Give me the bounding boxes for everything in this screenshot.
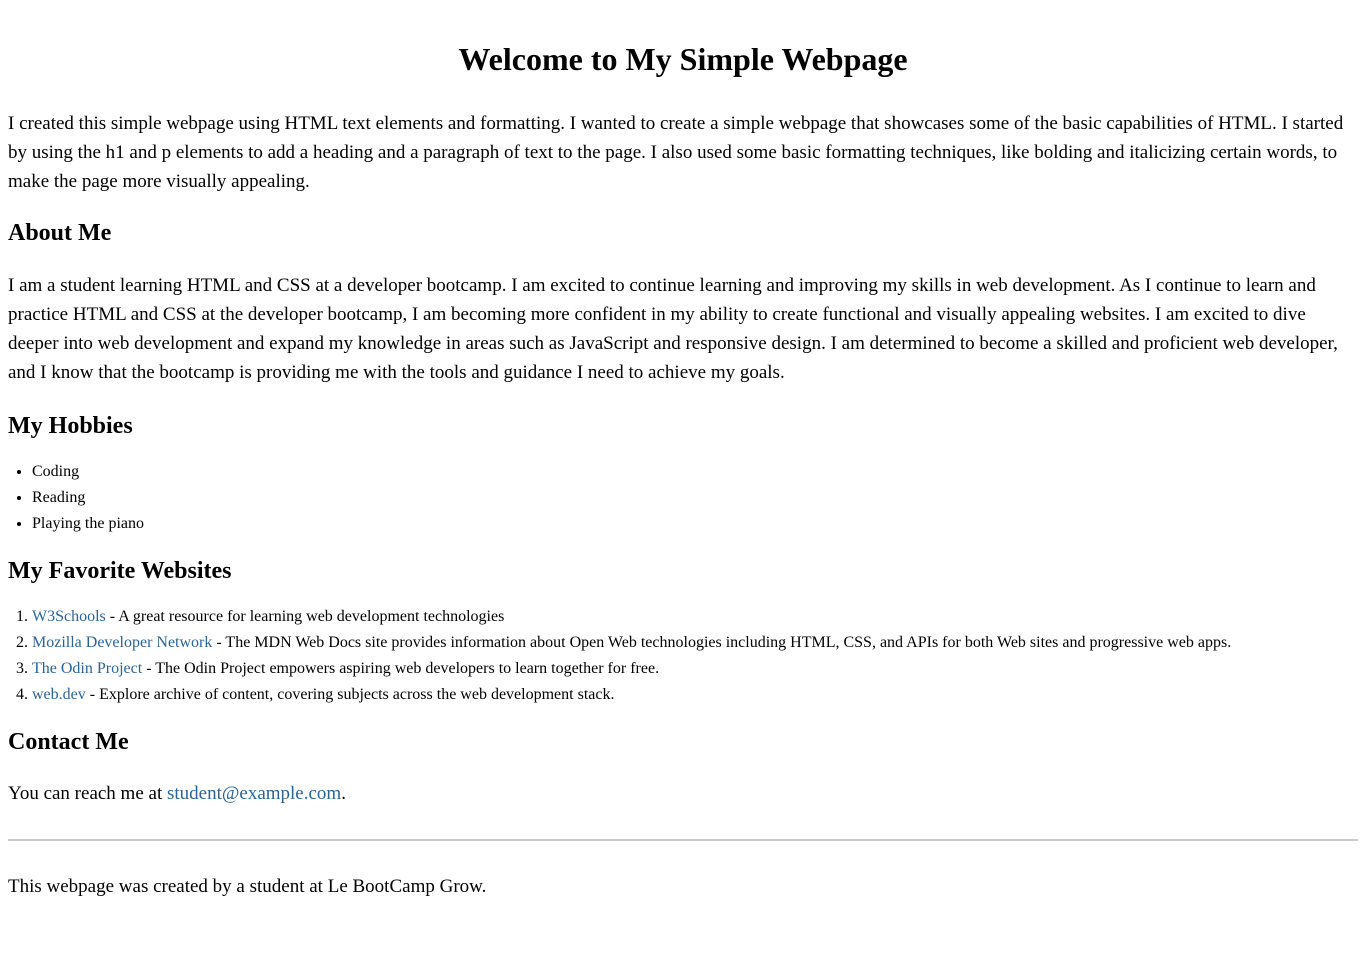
websites-list: W3Schools - A great resource for learnin… xyxy=(8,604,1358,708)
websites-heading: My Favorite Websites xyxy=(8,558,232,584)
website-description: - The Odin Project empowers aspiring web… xyxy=(142,660,660,677)
about-paragraph: I am a student learning HTML and CSS at … xyxy=(8,275,1338,383)
contact-heading: Contact Me xyxy=(8,729,129,755)
about-heading: About Me xyxy=(8,220,112,246)
website-description: - A great resource for learning web deve… xyxy=(105,608,505,625)
intro-paragraph: I created this simple webpage using HTML… xyxy=(8,113,1344,192)
hobby-item-reading: Reading xyxy=(32,485,1358,511)
website-item-odin: The Odin Project - The Odin Project empo… xyxy=(32,656,1358,682)
email-link[interactable]: student@example.com xyxy=(167,783,341,804)
page-title: Welcome to My Simple Webpage xyxy=(458,41,908,77)
hobby-item-coding: Coding xyxy=(32,459,1358,485)
website-description: - Explore archive of content, covering s… xyxy=(85,686,615,703)
website-item-w3schools: W3Schools - A great resource for learnin… xyxy=(32,604,1358,630)
mdn-link[interactable]: Mozilla Developer Network xyxy=(32,634,212,651)
website-description: - The MDN Web Docs site provides informa… xyxy=(212,634,1232,651)
website-item-webdev: web.dev - Explore archive of content, co… xyxy=(32,682,1358,708)
hobbies-list: Coding Reading Playing the piano xyxy=(8,459,1358,537)
hobbies-heading: My Hobbies xyxy=(8,413,133,439)
hobby-item-piano: Playing the piano xyxy=(32,511,1358,537)
footer-text: This webpage was created by a student at… xyxy=(8,876,487,897)
website-item-mdn: Mozilla Developer Network - The MDN Web … xyxy=(32,630,1358,656)
divider xyxy=(8,839,1358,841)
contact-paragraph: You can reach me at student@example.com. xyxy=(8,779,1358,808)
odin-project-link[interactable]: The Odin Project xyxy=(32,660,142,677)
w3schools-link[interactable]: W3Schools xyxy=(32,608,106,625)
contact-suffix: . xyxy=(341,783,346,804)
webdev-link[interactable]: web.dev xyxy=(32,686,86,703)
contact-prefix: You can reach me at xyxy=(8,783,167,804)
